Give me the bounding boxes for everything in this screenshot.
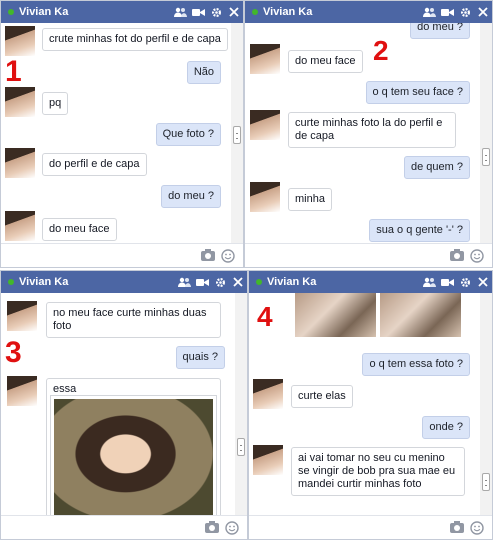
- chat-footer: [1, 515, 247, 539]
- camera-icon[interactable]: [205, 521, 219, 535]
- shared-photo[interactable]: [380, 293, 461, 337]
- scroll-thumb[interactable]: [233, 126, 241, 144]
- message-bubble: quais ?: [175, 346, 225, 369]
- camera-icon[interactable]: [201, 249, 215, 263]
- online-status-icon: [256, 279, 262, 285]
- chat-window-4: Vivian Ka o q tem essa foto ? curte elas…: [248, 270, 493, 540]
- gear-icon[interactable]: [211, 271, 229, 293]
- avatar[interactable]: [5, 26, 35, 56]
- add-friend-icon[interactable]: [175, 271, 193, 293]
- message-bubble: sua o q gente '-' ?: [369, 219, 470, 242]
- message-bubble: do perfil e de capa: [42, 153, 147, 176]
- add-friend-icon[interactable]: [420, 1, 438, 23]
- avatar[interactable]: [253, 379, 283, 409]
- avatar[interactable]: [5, 148, 35, 178]
- avatar[interactable]: [7, 301, 37, 331]
- message-bubble: Não: [186, 61, 221, 84]
- message-bubble: Que foto ?: [155, 123, 221, 146]
- message-bubble: o q tem essa foto ?: [362, 353, 470, 376]
- scrollbar[interactable]: [231, 23, 243, 243]
- add-friend-icon[interactable]: [420, 271, 438, 293]
- chat-window-3: Vivian Ka no meu face curte minhas duas …: [0, 270, 248, 540]
- emoji-icon[interactable]: [225, 521, 239, 535]
- avatar[interactable]: [7, 376, 37, 406]
- scrollbar[interactable]: [480, 293, 492, 515]
- message-bubble: do meu ?: [161, 185, 221, 208]
- contact-name[interactable]: Vivian Ka: [19, 276, 175, 288]
- gear-icon[interactable]: [456, 271, 474, 293]
- avatar[interactable]: [250, 182, 280, 212]
- gear-icon[interactable]: [207, 1, 225, 23]
- online-status-icon: [252, 9, 258, 15]
- message-bubble: do meu face: [288, 50, 363, 73]
- panel-number: 4: [257, 301, 273, 332]
- message-bubble: ai vai tomar no seu cu menino se vingir …: [291, 447, 465, 496]
- chat-footer: [1, 243, 243, 267]
- close-icon[interactable]: [474, 1, 492, 23]
- add-friend-icon[interactable]: [171, 1, 189, 23]
- message-bubble: onde ?: [422, 416, 470, 439]
- camera-icon[interactable]: [450, 521, 464, 535]
- emoji-icon[interactable]: [470, 521, 484, 535]
- video-call-icon[interactable]: [189, 1, 207, 23]
- chat-header[interactable]: Vivian Ka: [245, 1, 492, 23]
- scroll-thumb[interactable]: [237, 438, 245, 456]
- chat-header[interactable]: Vivian Ka: [249, 271, 492, 293]
- close-icon[interactable]: [229, 271, 247, 293]
- message-bubble: de quem ?: [404, 156, 470, 179]
- chat-window-1: Vivian Ka crute minhas fot do perfil e d…: [0, 0, 244, 268]
- message-list[interactable]: do meu ? do meu face o q tem seu face ? …: [245, 23, 480, 243]
- chat-header[interactable]: Vivian Ka: [1, 271, 247, 293]
- panel-number: 3: [5, 336, 22, 369]
- contact-name[interactable]: Vivian Ka: [19, 6, 171, 18]
- message-bubble: minha: [288, 188, 332, 211]
- scrollbar[interactable]: [235, 293, 247, 515]
- message-bubble: do meu face: [42, 218, 117, 241]
- scroll-thumb[interactable]: [482, 148, 490, 166]
- close-icon[interactable]: [474, 271, 492, 293]
- online-status-icon: [8, 279, 14, 285]
- message-bubble: curte elas: [291, 385, 353, 408]
- scrollbar[interactable]: [480, 23, 492, 243]
- chat-footer: [245, 243, 492, 267]
- emoji-icon[interactable]: [221, 249, 235, 263]
- chat-header[interactable]: Vivian Ka: [1, 1, 243, 23]
- gear-icon[interactable]: [456, 1, 474, 23]
- message-bubble: pq: [42, 92, 69, 115]
- message-bubble: o q tem seu face ?: [365, 81, 470, 104]
- message-list[interactable]: no meu face curte minhas duas foto quais…: [1, 293, 235, 515]
- avatar[interactable]: [250, 44, 280, 74]
- shared-photo[interactable]: [295, 293, 376, 337]
- video-call-icon[interactable]: [193, 271, 211, 293]
- message-bubble: crute minhas fot do perfil e de capa: [42, 28, 228, 51]
- shared-photo[interactable]: [50, 395, 217, 515]
- message-bubble: curte minhas foto la do perfil e de capa: [288, 112, 456, 148]
- avatar[interactable]: [253, 445, 283, 475]
- message-list[interactable]: crute minhas fot do perfil e de capa Não…: [1, 23, 231, 243]
- emoji-icon[interactable]: [470, 249, 484, 263]
- avatar[interactable]: [5, 87, 35, 117]
- online-status-icon: [8, 9, 14, 15]
- shared-photos[interactable]: [295, 293, 461, 337]
- contact-name[interactable]: Vivian Ka: [267, 276, 420, 288]
- chat-window-2: Vivian Ka do meu ? do meu face o q tem s…: [244, 0, 493, 268]
- message-list[interactable]: o q tem essa foto ? curte elas onde ? ai…: [249, 293, 480, 515]
- avatar[interactable]: [250, 110, 280, 140]
- panel-number: 1: [5, 55, 22, 88]
- avatar[interactable]: [5, 211, 35, 241]
- scroll-thumb[interactable]: [482, 473, 490, 491]
- panel-number: 2: [373, 35, 389, 66]
- video-call-icon[interactable]: [438, 271, 456, 293]
- camera-icon[interactable]: [450, 249, 464, 263]
- contact-name[interactable]: Vivian Ka: [263, 6, 420, 18]
- chat-footer: [249, 515, 492, 539]
- video-call-icon[interactable]: [438, 1, 456, 23]
- message-bubble: no meu face curte minhas duas foto: [46, 302, 221, 338]
- close-icon[interactable]: [225, 1, 243, 23]
- message-bubble: do meu ?: [410, 23, 470, 39]
